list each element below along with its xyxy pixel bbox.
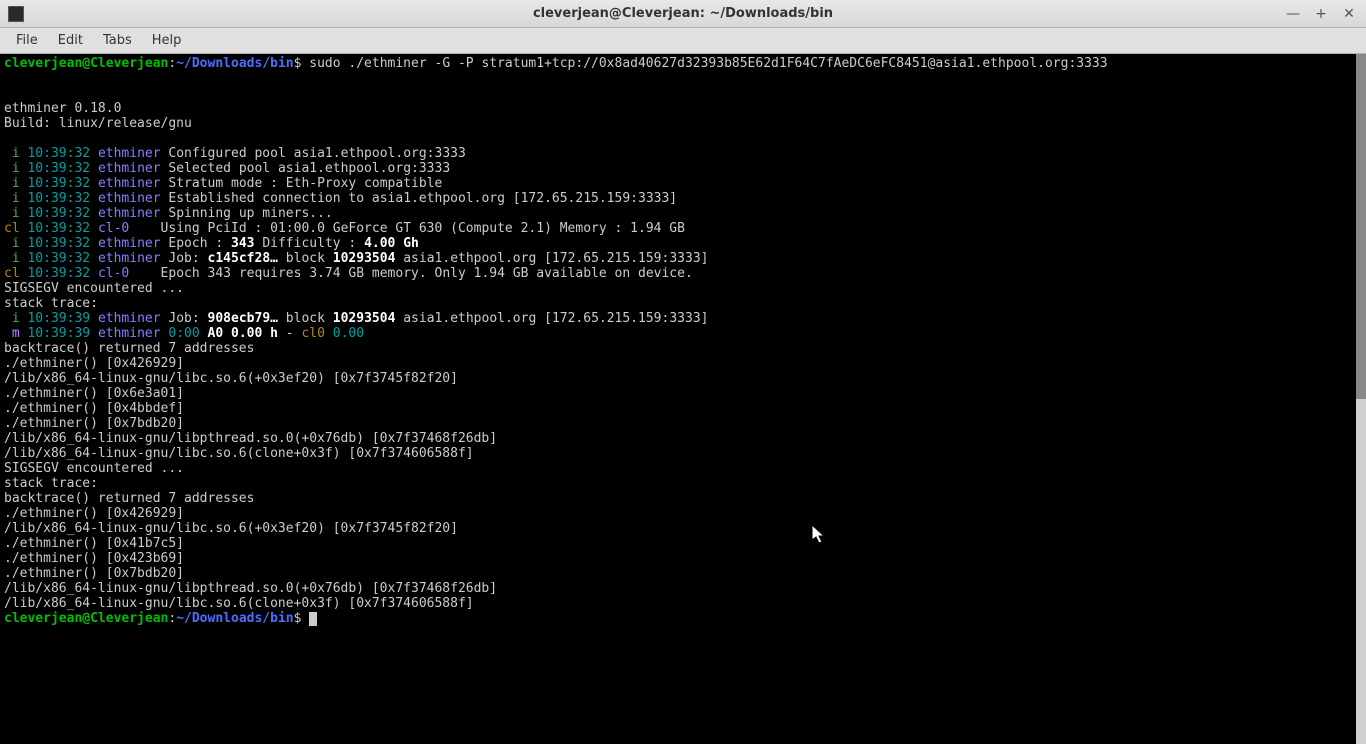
menu-edit[interactable]: Edit: [48, 30, 93, 51]
terminal-output[interactable]: cleverjean@Cleverjean:~/Downloads/bin$ s…: [0, 54, 1366, 744]
menu-file[interactable]: File: [6, 30, 48, 51]
window-controls: — + ✕: [1286, 6, 1366, 22]
terminal-app-icon: [8, 6, 24, 22]
minimize-button[interactable]: —: [1286, 6, 1300, 22]
close-button[interactable]: ✕: [1342, 6, 1356, 22]
scrollbar[interactable]: [1356, 54, 1366, 744]
scrollbar-thumb[interactable]: [1356, 54, 1366, 399]
maximize-button[interactable]: +: [1314, 6, 1328, 22]
window-titlebar: cleverjean@Cleverjean: ~/Downloads/bin —…: [0, 0, 1366, 28]
menubar: File Edit Tabs Help: [0, 28, 1366, 54]
menu-help[interactable]: Help: [142, 30, 192, 51]
window-title: cleverjean@Cleverjean: ~/Downloads/bin: [533, 6, 833, 21]
menu-tabs[interactable]: Tabs: [93, 30, 142, 51]
